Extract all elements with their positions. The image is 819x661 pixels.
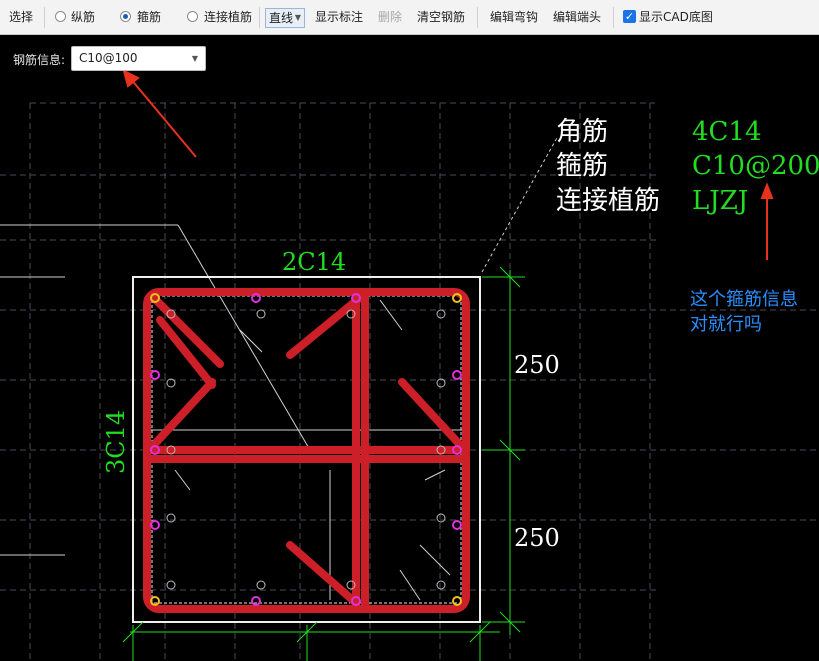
edit-hook-button[interactable]: 编辑弯钩 [490, 0, 538, 35]
chevron-down-icon: ▼ [191, 54, 198, 63]
leader-line [481, 135, 559, 273]
anchor-bar-radio[interactable] [187, 11, 198, 22]
rebar-info-label: 钢筋信息: [13, 53, 66, 67]
rebar-info-value: C10@100 [79, 51, 138, 65]
edit-end-button[interactable]: 编辑端头 [553, 0, 601, 35]
legend-stirrup-value[interactable]: C10@200 [692, 151, 819, 181]
clear-bars-button[interactable]: 清空钢筋 [417, 0, 465, 35]
toolbar-separator [259, 7, 260, 28]
legend-corner-label: 角筋 [556, 117, 608, 147]
legend-corner-value: 4C14 [692, 117, 762, 147]
show-annotation-button[interactable]: 显示标注 [315, 0, 363, 35]
stirrup-label[interactable]: 箍筋 [137, 0, 161, 35]
toolbar-separator [613, 7, 614, 28]
longitudinal-label[interactable]: 纵筋 [71, 0, 95, 35]
show-cad-checkbox[interactable]: ✓ [623, 10, 636, 23]
stirrup-radio[interactable] [120, 11, 131, 22]
annotation-note: 这个箍筋信息对就行吗 [690, 289, 798, 335]
toolbar-separator [44, 7, 45, 28]
dimension-lower: 250 [514, 524, 560, 552]
rebar-info-dropdown[interactable]: C10@100 ▼ [71, 46, 206, 71]
legend-anchor-value: LJZJ [692, 186, 748, 216]
legend-anchor-label: 连接植筋 [556, 186, 660, 216]
cad-drawing[interactable]: 角筋 箍筋 连接植筋 4C14 C10@200 LJZJ 2C14 3C14 2… [0, 36, 819, 661]
dimension-upper: 250 [514, 351, 560, 379]
toolbar-separator [477, 7, 478, 28]
show-cad-label[interactable]: 显示CAD底图 [639, 0, 713, 35]
anchor-bar-label[interactable]: 连接植筋 [204, 0, 252, 35]
annotation-arrows [122, 69, 774, 260]
top-bars-label: 2C14 [282, 248, 346, 276]
line-mode-value: 直线 [269, 11, 294, 25]
select-button[interactable]: 选择 [9, 0, 33, 35]
delete-button[interactable]: 删除 [378, 0, 402, 35]
side-bars-label: 3C14 [102, 410, 130, 474]
longitudinal-radio[interactable] [55, 11, 66, 22]
toolbar: 选择 纵筋 箍筋 连接植筋 直线 ▼ 显示标注 删除 清空钢筋 编辑弯钩 编辑端… [0, 0, 819, 35]
line-mode-dropdown[interactable]: 直线 ▼ [265, 8, 305, 28]
chevron-down-icon: ▼ [294, 13, 301, 22]
stirrups[interactable] [143, 288, 470, 613]
legend-stirrup-label: 箍筋 [556, 151, 608, 181]
